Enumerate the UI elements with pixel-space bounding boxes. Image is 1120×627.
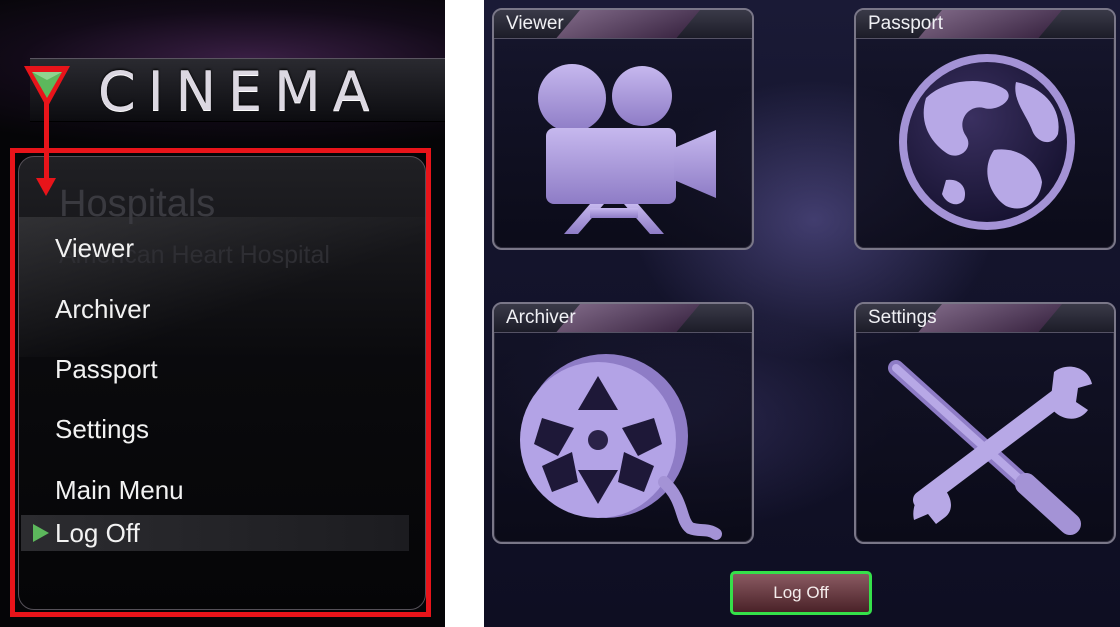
wrench-screwdriver-icon	[888, 360, 1092, 535]
red-arrow-line	[44, 100, 49, 182]
cinema-logo-text: CINEMA	[98, 60, 382, 123]
tile-viewer[interactable]: Viewer	[492, 8, 754, 250]
right-panel: Viewer Passport Archiver Settings Log Of…	[484, 0, 1120, 627]
logo-bar: CINEMA	[0, 0, 445, 140]
tile-passport[interactable]: Passport	[854, 8, 1116, 250]
tile-settings-label: Settings	[868, 307, 937, 328]
film-reel-icon	[520, 354, 722, 540]
red-arrow-head-icon	[36, 178, 56, 196]
tile-viewer-label: Viewer	[506, 13, 564, 34]
movie-camera-icon	[538, 64, 716, 234]
globe-icon	[899, 54, 1075, 230]
tile-archiver[interactable]: Archiver	[492, 302, 754, 544]
tile-passport-label: Passport	[868, 13, 943, 34]
red-highlight-box	[10, 148, 431, 617]
tile-settings[interactable]: Settings	[854, 302, 1116, 544]
log-off-button[interactable]: Log Off	[730, 571, 872, 615]
tile-archiver-label: Archiver	[506, 307, 576, 328]
left-panel: CINEMA Hospitals American Heart Hospital…	[0, 0, 445, 627]
